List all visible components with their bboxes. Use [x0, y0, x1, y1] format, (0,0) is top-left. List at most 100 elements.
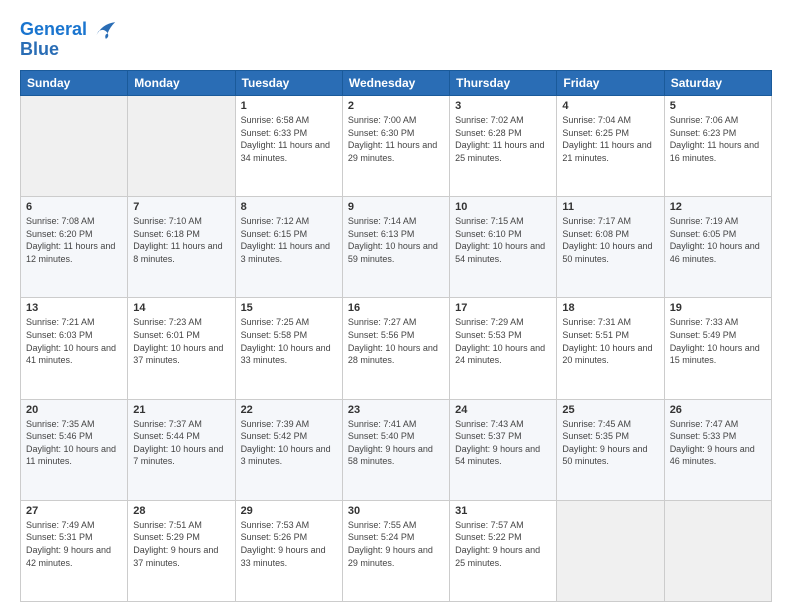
calendar-cell: 13 Sunrise: 7:21 AM Sunset: 6:03 PM Dayli… [21, 298, 128, 399]
day-number: 6 [26, 201, 122, 213]
logo-text: General [20, 20, 87, 40]
calendar-cell: 25 Sunrise: 7:45 AM Sunset: 5:35 PM Dayli… [557, 399, 664, 500]
day-number: 30 [348, 505, 444, 517]
day-number: 5 [670, 100, 766, 112]
day-info: Sunrise: 7:23 AM Sunset: 6:01 PM Dayligh… [133, 316, 229, 366]
day-number: 26 [670, 404, 766, 416]
calendar-cell: 5 Sunrise: 7:06 AM Sunset: 6:23 PM Daylig… [664, 96, 771, 197]
logo-general: General [20, 19, 87, 39]
week-row-4: 20 Sunrise: 7:35 AM Sunset: 5:46 PM Dayli… [21, 399, 772, 500]
day-number: 4 [562, 100, 658, 112]
calendar-cell: 6 Sunrise: 7:08 AM Sunset: 6:20 PM Daylig… [21, 197, 128, 298]
day-info: Sunrise: 7:17 AM Sunset: 6:08 PM Dayligh… [562, 215, 658, 265]
day-info: Sunrise: 6:58 AM Sunset: 6:33 PM Dayligh… [241, 114, 337, 164]
calendar-cell [664, 500, 771, 601]
weekday-header-tuesday: Tuesday [235, 71, 342, 96]
day-number: 13 [26, 302, 122, 314]
calendar-cell: 24 Sunrise: 7:43 AM Sunset: 5:37 PM Dayli… [450, 399, 557, 500]
day-number: 10 [455, 201, 551, 213]
calendar-cell: 23 Sunrise: 7:41 AM Sunset: 5:40 PM Dayli… [342, 399, 449, 500]
day-info: Sunrise: 7:04 AM Sunset: 6:25 PM Dayligh… [562, 114, 658, 164]
weekday-header-wednesday: Wednesday [342, 71, 449, 96]
calendar-cell: 8Sunrise: 7:12 AM Sunset: 6:15 PM Daylig… [235, 197, 342, 298]
logo: General Blue [20, 16, 117, 60]
day-info: Sunrise: 7:45 AM Sunset: 5:35 PM Dayligh… [562, 418, 658, 468]
day-number: 14 [133, 302, 229, 314]
calendar-cell: 31Sunrise: 7:57 AM Sunset: 5:22 PM Dayli… [450, 500, 557, 601]
day-info: Sunrise: 7:00 AM Sunset: 6:30 PM Dayligh… [348, 114, 444, 164]
calendar-cell [128, 96, 235, 197]
day-number: 1 [241, 100, 337, 112]
calendar-cell: 19Sunrise: 7:33 AM Sunset: 5:49 PM Dayli… [664, 298, 771, 399]
calendar-cell [557, 500, 664, 601]
calendar-cell: 2 Sunrise: 7:00 AM Sunset: 6:30 PM Daylig… [342, 96, 449, 197]
day-info: Sunrise: 7:55 AM Sunset: 5:24 PM Dayligh… [348, 519, 444, 569]
weekday-header-saturday: Saturday [664, 71, 771, 96]
day-info: Sunrise: 7:02 AM Sunset: 6:28 PM Dayligh… [455, 114, 551, 164]
day-info: Sunrise: 7:06 AM Sunset: 6:23 PM Dayligh… [670, 114, 766, 164]
day-number: 11 [562, 201, 658, 213]
calendar-cell [21, 96, 128, 197]
day-info: Sunrise: 7:31 AM Sunset: 5:51 PM Dayligh… [562, 316, 658, 366]
calendar-cell: 9Sunrise: 7:14 AM Sunset: 6:13 PM Daylig… [342, 197, 449, 298]
day-number: 25 [562, 404, 658, 416]
day-number: 28 [133, 505, 229, 517]
day-info: Sunrise: 7:41 AM Sunset: 5:40 PM Dayligh… [348, 418, 444, 468]
calendar-cell: 17Sunrise: 7:29 AM Sunset: 5:53 PM Dayli… [450, 298, 557, 399]
calendar-cell: 11 Sunrise: 7:17 AM Sunset: 6:08 PM Dayli… [557, 197, 664, 298]
day-number: 2 [348, 100, 444, 112]
logo-bird-icon [89, 16, 117, 44]
calendar-cell: 10Sunrise: 7:15 AM Sunset: 6:10 PM Dayli… [450, 197, 557, 298]
calendar-cell: 21 Sunrise: 7:37 AM Sunset: 5:44 PM Dayli… [128, 399, 235, 500]
calendar-cell: 16Sunrise: 7:27 AM Sunset: 5:56 PM Dayli… [342, 298, 449, 399]
weekday-header-sunday: Sunday [21, 71, 128, 96]
calendar-cell: 4 Sunrise: 7:04 AM Sunset: 6:25 PM Daylig… [557, 96, 664, 197]
day-info: Sunrise: 7:21 AM Sunset: 6:03 PM Dayligh… [26, 316, 122, 366]
calendar-cell: 7 Sunrise: 7:10 AM Sunset: 6:18 PM Daylig… [128, 197, 235, 298]
day-number: 12 [670, 201, 766, 213]
day-number: 29 [241, 505, 337, 517]
week-row-2: 6 Sunrise: 7:08 AM Sunset: 6:20 PM Daylig… [21, 197, 772, 298]
day-number: 20 [26, 404, 122, 416]
calendar-cell: 27 Sunrise: 7:49 AM Sunset: 5:31 PM Dayli… [21, 500, 128, 601]
calendar-cell: 20 Sunrise: 7:35 AM Sunset: 5:46 PM Dayli… [21, 399, 128, 500]
week-row-5: 27 Sunrise: 7:49 AM Sunset: 5:31 PM Dayli… [21, 500, 772, 601]
day-info: Sunrise: 7:43 AM Sunset: 5:37 PM Dayligh… [455, 418, 551, 468]
day-number: 27 [26, 505, 122, 517]
day-info: Sunrise: 7:47 AM Sunset: 5:33 PM Dayligh… [670, 418, 766, 468]
day-info: Sunrise: 7:08 AM Sunset: 6:20 PM Dayligh… [26, 215, 122, 265]
day-number: 22 [241, 404, 337, 416]
calendar-cell: 22 Sunrise: 7:39 AM Sunset: 5:42 PM Dayli… [235, 399, 342, 500]
day-info: Sunrise: 7:12 AM Sunset: 6:15 PM Dayligh… [241, 215, 337, 265]
calendar-cell: 18 Sunrise: 7:31 AM Sunset: 5:51 PM Dayli… [557, 298, 664, 399]
day-info: Sunrise: 7:25 AM Sunset: 5:58 PM Dayligh… [241, 316, 337, 366]
calendar-cell: 1 Sunrise: 6:58 AM Sunset: 6:33 PM Daylig… [235, 96, 342, 197]
day-info: Sunrise: 7:10 AM Sunset: 6:18 PM Dayligh… [133, 215, 229, 265]
day-number: 21 [133, 404, 229, 416]
day-info: Sunrise: 7:53 AM Sunset: 5:26 PM Dayligh… [241, 519, 337, 569]
day-info: Sunrise: 7:14 AM Sunset: 6:13 PM Dayligh… [348, 215, 444, 265]
day-info: Sunrise: 7:39 AM Sunset: 5:42 PM Dayligh… [241, 418, 337, 468]
week-row-3: 13 Sunrise: 7:21 AM Sunset: 6:03 PM Dayli… [21, 298, 772, 399]
day-number: 7 [133, 201, 229, 213]
day-info: Sunrise: 7:51 AM Sunset: 5:29 PM Dayligh… [133, 519, 229, 569]
calendar-cell: 26 Sunrise: 7:47 AM Sunset: 5:33 PM Dayli… [664, 399, 771, 500]
page: General Blue SundayMondayTuesdayWednesda… [0, 0, 792, 612]
day-info: Sunrise: 7:57 AM Sunset: 5:22 PM Dayligh… [455, 519, 551, 569]
day-number: 24 [455, 404, 551, 416]
day-info: Sunrise: 7:35 AM Sunset: 5:46 PM Dayligh… [26, 418, 122, 468]
day-number: 16 [348, 302, 444, 314]
day-number: 15 [241, 302, 337, 314]
day-number: 18 [562, 302, 658, 314]
calendar-cell: 15 Sunrise: 7:25 AM Sunset: 5:58 PM Dayli… [235, 298, 342, 399]
calendar-table: SundayMondayTuesdayWednesdayThursdayFrid… [20, 70, 772, 602]
day-info: Sunrise: 7:37 AM Sunset: 5:44 PM Dayligh… [133, 418, 229, 468]
calendar-cell: 29 Sunrise: 7:53 AM Sunset: 5:26 PM Dayli… [235, 500, 342, 601]
day-number: 19 [670, 302, 766, 314]
day-info: Sunrise: 7:49 AM Sunset: 5:31 PM Dayligh… [26, 519, 122, 569]
week-row-1: 1 Sunrise: 6:58 AM Sunset: 6:33 PM Daylig… [21, 96, 772, 197]
day-info: Sunrise: 7:19 AM Sunset: 6:05 PM Dayligh… [670, 215, 766, 265]
day-number: 17 [455, 302, 551, 314]
day-number: 23 [348, 404, 444, 416]
calendar-cell: 14 Sunrise: 7:23 AM Sunset: 6:01 PM Dayli… [128, 298, 235, 399]
